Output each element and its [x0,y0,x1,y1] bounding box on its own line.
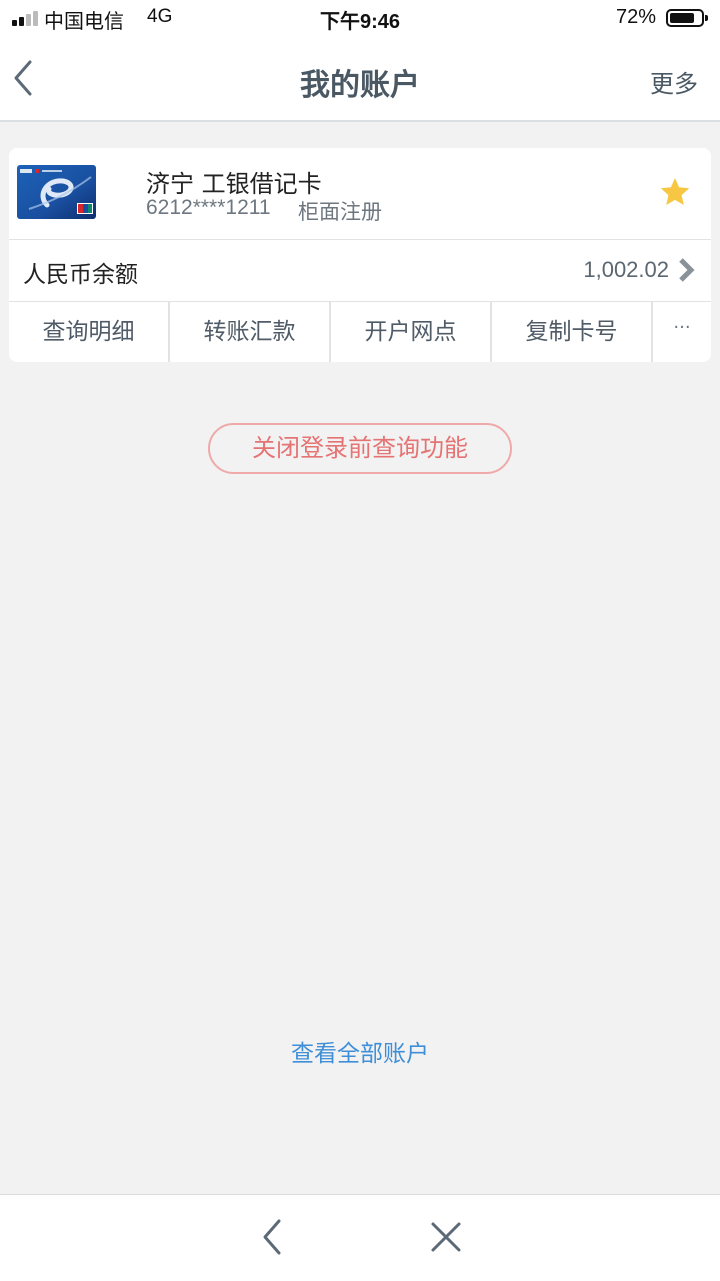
chevron-left-icon [263,1219,281,1255]
more-button[interactable]: 更多 [650,64,698,99]
star-icon[interactable] [659,176,691,208]
transfer-button[interactable]: 转账汇款 [170,302,331,362]
bottom-close-button[interactable] [428,1219,464,1255]
more-actions-button[interactable]: ··· [653,302,711,362]
status-time: 下午9:46 [319,11,401,33]
close-icon [431,1222,461,1252]
branch-button[interactable]: 开户网点 [331,302,492,362]
balance-row[interactable]: 人民币余额 1,002.02 [9,239,711,302]
status-bar: 中国电信 4G 下午9:46 72% [0,0,720,36]
card-actions: 查询明细 转账汇款 开户网点 复制卡号 ··· [9,302,711,362]
balance-value: 1,002.02 [583,257,669,282]
battery-percent: 72% [616,6,657,28]
card-name: 济宁 工银借记卡 [146,170,322,198]
battery-icon [666,9,708,27]
card-header[interactable]: 济宁 工银借记卡 6212****1211 柜面注册 [9,148,711,240]
copy-card-number-button[interactable]: 复制卡号 [492,302,653,362]
chevron-right-icon [679,258,695,282]
bottom-bar [0,1194,720,1281]
account-card: 济宁 工银借记卡 6212****1211 柜面注册 人民币余额 1,002.0… [9,148,711,362]
registration-type: 柜面注册 [298,200,382,224]
card-number: 6212****1211 [146,196,271,219]
balance-label: 人民币余额 [23,262,138,288]
view-all-container: 查看全部账户 [0,1034,720,1068]
view-all-accounts-link[interactable]: 查看全部账户 [291,1041,429,1067]
bottom-back-button[interactable] [255,1217,291,1257]
page-title: 我的账户 [300,68,420,103]
nav-bar: 我的账户 更多 [0,36,720,122]
close-prelogin-query-button[interactable]: 关闭登录前查询功能 [208,423,512,474]
query-details-button[interactable]: 查询明细 [9,302,170,362]
bank-card-image [17,165,96,219]
